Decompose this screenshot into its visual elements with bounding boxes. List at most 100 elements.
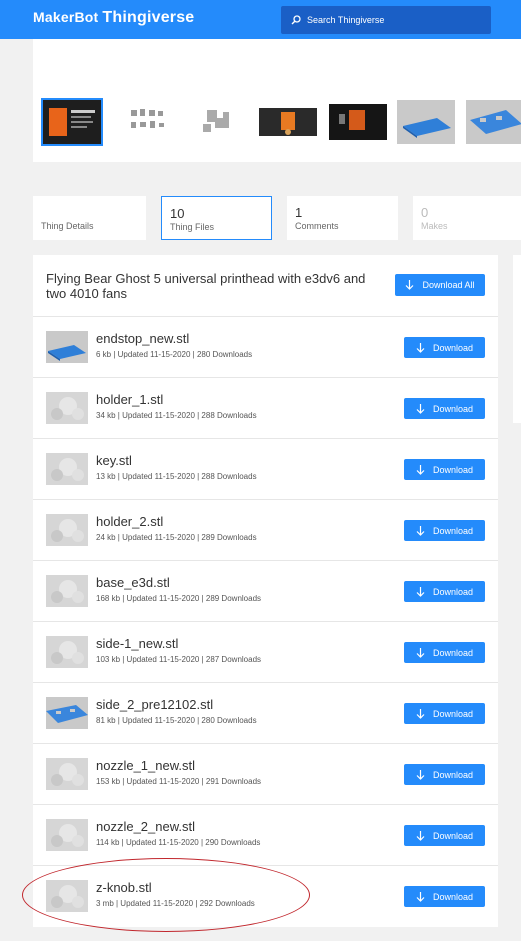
download-button[interactable]: Download xyxy=(404,459,485,480)
file-meta: 168 kb | Updated 11-15-2020 | 289 Downlo… xyxy=(96,594,262,603)
search-placeholder: Search Thingiverse xyxy=(307,15,385,25)
file-meta: 3 mb | Updated 11-15-2020 | 292 Download… xyxy=(96,899,255,908)
tab-label: Makes xyxy=(421,221,448,231)
download-button[interactable]: Download xyxy=(404,337,485,358)
file-thumbnail[interactable] xyxy=(46,392,88,424)
download-label: Download xyxy=(432,403,474,414)
download-icon xyxy=(416,342,425,353)
file-row: side-1_new.stl 103 kb | Updated 11-15-202… xyxy=(33,621,498,682)
tab-count: 1 xyxy=(295,205,303,220)
file-thumbnail[interactable] xyxy=(46,697,88,729)
file-thumbnail[interactable] xyxy=(46,819,88,851)
file-meta: 153 kb | Updated 11-15-2020 | 291 Downlo… xyxy=(96,777,262,786)
download-button[interactable]: Download xyxy=(404,398,485,419)
file-row: key.stl 13 kb | Updated 11-15-2020 | 288 … xyxy=(33,438,498,499)
file-row: nozzle_1_new.stl 153 kb | Updated 11-15-2… xyxy=(33,743,498,804)
search-icon xyxy=(291,15,301,25)
file-meta: 6 kb | Updated 11-15-2020 | 280 Download… xyxy=(96,350,253,359)
file-meta: 24 kb | Updated 11-15-2020 | 289 Downloa… xyxy=(96,533,257,542)
download-button[interactable]: Download xyxy=(404,520,485,541)
download-button[interactable]: Download xyxy=(404,764,485,785)
file-name[interactable]: side-1_new.stl xyxy=(96,636,178,651)
download-all-button[interactable]: Download All xyxy=(395,274,485,296)
file-name[interactable]: holder_1.stl xyxy=(96,392,163,407)
download-label: Download xyxy=(432,525,474,536)
download-icon xyxy=(416,891,425,902)
download-icon xyxy=(416,403,425,414)
thing-title: Flying Bear Ghost 5 universal printhead … xyxy=(46,271,366,301)
download-all-label: Download All xyxy=(422,280,475,290)
file-thumbnail[interactable] xyxy=(46,453,88,485)
gallery-thumb-4[interactable] xyxy=(259,100,317,144)
tab-count: 0 xyxy=(421,205,429,220)
file-thumbnail[interactable] xyxy=(46,880,88,912)
file-name[interactable]: holder_2.stl xyxy=(96,514,163,529)
file-thumbnail[interactable] xyxy=(46,758,88,790)
logo-thingiverse: Thingiverse xyxy=(102,9,195,26)
download-button[interactable]: Download xyxy=(404,642,485,663)
thingiverse-logo[interactable]: MakerBot Thingiverse xyxy=(33,9,194,27)
tab-label: Comments xyxy=(295,221,339,231)
file-row: holder_1.stl 34 kb | Updated 11-15-2020 |… xyxy=(33,377,498,438)
gallery-thumb-3[interactable] xyxy=(189,100,247,144)
tab-thing-details[interactable]: Thing Details xyxy=(33,196,146,240)
download-icon xyxy=(416,830,425,841)
file-name[interactable]: base_e3d.stl xyxy=(96,575,170,590)
image-gallery xyxy=(33,39,521,162)
file-meta: 81 kb | Updated 11-15-2020 | 280 Downloa… xyxy=(96,716,257,725)
download-label: Download xyxy=(432,647,474,658)
file-thumbnail[interactable] xyxy=(46,514,88,546)
logo-makerbot: MakerBot xyxy=(33,9,99,25)
file-thumbnail[interactable] xyxy=(46,331,88,363)
tab-makes[interactable]: 0 Makes xyxy=(413,196,521,240)
tab-thing-files[interactable]: 10 Thing Files xyxy=(161,196,272,240)
download-label: Download xyxy=(432,586,474,597)
file-row: z-knob.stl 3 mb | Updated 11-15-2020 | 29… xyxy=(33,865,498,926)
download-button[interactable]: Download xyxy=(404,703,485,724)
tab-comments[interactable]: 1 Comments xyxy=(287,196,398,240)
file-meta: 114 kb | Updated 11-15-2020 | 290 Downlo… xyxy=(96,838,261,847)
gallery-thumb-5[interactable] xyxy=(329,100,387,144)
tab-label: Thing Details xyxy=(41,221,94,231)
download-icon xyxy=(416,708,425,719)
file-thumbnail[interactable] xyxy=(46,636,88,668)
download-button[interactable]: Download xyxy=(404,886,485,907)
tab-count: 10 xyxy=(170,206,185,221)
download-label: Download xyxy=(432,830,474,841)
file-meta: 13 kb | Updated 11-15-2020 | 288 Downloa… xyxy=(96,472,257,481)
sidebar-panel-edge xyxy=(513,255,521,423)
file-name[interactable]: side_2_pre12102.stl xyxy=(96,697,213,712)
file-row: nozzle_2_new.stl 114 kb | Updated 11-15-2… xyxy=(33,804,498,865)
file-name[interactable]: key.stl xyxy=(96,453,132,468)
download-label: Download xyxy=(432,342,474,353)
tab-label: Thing Files xyxy=(170,222,215,232)
file-name[interactable]: z-knob.stl xyxy=(96,880,152,895)
file-name[interactable]: nozzle_2_new.stl xyxy=(96,819,195,834)
file-meta: 34 kb | Updated 11-15-2020 | 288 Downloa… xyxy=(96,411,257,420)
file-row: side_2_pre12102.stl 81 kb | Updated 11-15… xyxy=(33,682,498,743)
file-row: base_e3d.stl 168 kb | Updated 11-15-2020 … xyxy=(33,560,498,621)
download-icon xyxy=(406,280,414,290)
thing-files-panel: Flying Bear Ghost 5 universal printhead … xyxy=(33,255,498,927)
gallery-thumb-2[interactable] xyxy=(119,100,177,144)
gallery-thumb-6[interactable] xyxy=(397,100,455,144)
file-row: endstop_new.stl 6 kb | Updated 11-15-2020… xyxy=(33,316,498,377)
download-icon xyxy=(416,647,425,658)
gallery-thumb-7[interactable] xyxy=(466,100,521,144)
download-label: Download xyxy=(432,891,474,902)
download-label: Download xyxy=(432,708,474,719)
download-label: Download xyxy=(432,769,474,780)
gallery-thumb-1[interactable] xyxy=(41,98,103,146)
file-thumbnail[interactable] xyxy=(46,575,88,607)
download-icon xyxy=(416,586,425,597)
download-label: Download xyxy=(432,464,474,475)
download-button[interactable]: Download xyxy=(404,825,485,846)
download-button[interactable]: Download xyxy=(404,581,485,602)
file-meta: 103 kb | Updated 11-15-2020 | 287 Downlo… xyxy=(96,655,262,664)
file-name[interactable]: nozzle_1_new.stl xyxy=(96,758,195,773)
file-name[interactable]: endstop_new.stl xyxy=(96,331,189,346)
download-icon xyxy=(416,525,425,536)
search-input[interactable]: Search Thingiverse xyxy=(281,6,491,34)
download-icon xyxy=(416,769,425,780)
top-nav-bar: MakerBot Thingiverse Search Thingiverse xyxy=(0,0,521,39)
